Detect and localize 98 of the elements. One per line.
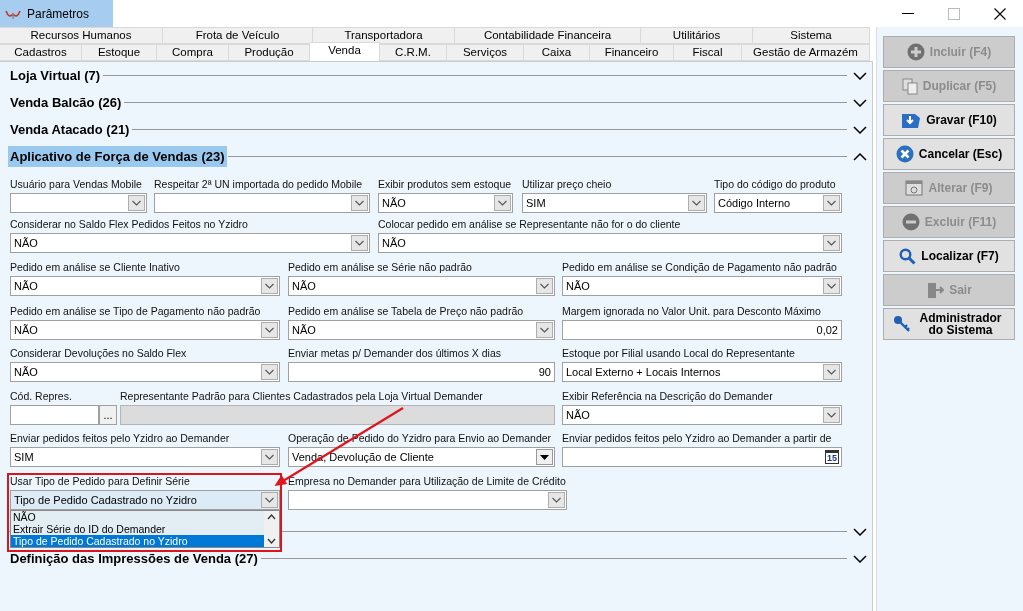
tab[interactable]: Fiscal [674, 44, 742, 61]
scroll-up-icon[interactable] [267, 514, 276, 520]
tab[interactable]: Cadastros [0, 44, 82, 61]
dropdown-field[interactable]: Código Interno [714, 193, 842, 213]
field-label: Respeitar 2ª UN importada do pedido Mobile [154, 178, 363, 192]
field-label: Representante Padrão para Clientes Cadastrados pela Loja Virtual Demander [120, 390, 483, 404]
field-label: Tipo do código do produto [714, 178, 836, 192]
tab[interactable]: Gestão de Armazém [742, 44, 870, 61]
tab[interactable]: Transportadora [313, 27, 455, 44]
list-option[interactable]: Extrair Série do ID do Demander [11, 523, 264, 535]
field-label: Considerar no Saldo Flex Pedidos Feitos no Yzidro [10, 218, 248, 232]
dropdown-field[interactable] [10, 193, 147, 213]
tab[interactable]: Sistema [753, 27, 870, 44]
field-label: Utilizar preço cheio [522, 178, 612, 192]
field-label: Enviar pedidos feitos pelo Yzidro ao Demander [10, 432, 230, 446]
dropdown-field[interactable]: NÃO [10, 362, 280, 382]
tab[interactable]: Estoque [82, 44, 157, 61]
dropdown-field[interactable]: NÃO [10, 233, 370, 253]
chevron-down-icon[interactable] [853, 554, 867, 563]
field-label: Enviar pedidos feitos pelo Yzidro ao Demander a partir de [562, 432, 832, 446]
chevron-down-icon[interactable] [853, 71, 867, 80]
tab[interactable]: Venda [310, 42, 380, 61]
action-button[interactable]: Cancelar (Esc) [883, 138, 1015, 170]
field-label: Pedido em análise se Condição de Pagamento não padrão [562, 261, 837, 275]
dropdown-field[interactable]: NÃO [288, 320, 555, 340]
chevron-down-icon[interactable] [853, 527, 867, 536]
dropdown-field[interactable]: NÃO [378, 193, 513, 213]
cancel-icon [895, 145, 914, 163]
dropdown-field[interactable]: NÃO [10, 276, 280, 296]
list-option[interactable]: Tipo de Pedido Cadastrado no Yzidro [11, 535, 264, 547]
dropdown-field[interactable] [154, 193, 370, 213]
close-icon[interactable] [994, 7, 1006, 20]
dropdown-field[interactable]: Local Externo + Locais Internos [562, 362, 842, 382]
section-title[interactable]: Loja Virtual (7) [8, 65, 103, 86]
tab[interactable]: Frota de Veículo [163, 27, 313, 44]
field-label: Pedido em análise se Série não padrão [288, 261, 472, 275]
chevron-down-icon[interactable] [853, 125, 867, 134]
field-label: Exibir produtos sem estoque [378, 178, 512, 192]
chevron-down-icon[interactable] [853, 98, 867, 107]
minus-icon [901, 213, 920, 231]
chevron-up-icon[interactable] [853, 152, 867, 161]
tab[interactable]: Financeiro [590, 44, 674, 61]
dropdown-field[interactable]: Tipo de Pedido Cadastrado no Yzidro [10, 490, 280, 510]
action-button[interactable]: Gravar (F10) [883, 104, 1015, 136]
dropdown-field[interactable]: NÃO [288, 276, 555, 296]
tab[interactable]: Produção [229, 44, 310, 61]
field-label: Operação de Pedido do Yzidro para Envio ao Demander [288, 432, 552, 446]
save-icon [901, 111, 922, 129]
field-label: Pedido em análise se Tabela de Preço não padrão [288, 305, 524, 319]
list-option[interactable]: NÃO [11, 511, 264, 523]
field-label: Margem ignorada no Valor Unit. para Desconto Máximo [562, 305, 821, 319]
minimize-icon[interactable] [902, 12, 914, 15]
section-title[interactable]: Definição das Impressões de Venda (27) [8, 548, 260, 569]
exit-door-icon [926, 281, 945, 299]
tab[interactable]: Compra [157, 44, 229, 61]
dropdown-field[interactable]: SIM [10, 447, 280, 467]
date-field[interactable]: 15 [562, 447, 842, 467]
field-label: Enviar metas p/ Demander dos últimos X dias [288, 347, 501, 361]
number-field[interactable]: 0,02 [562, 320, 842, 340]
action-button[interactable]: Localizar (F7) [883, 240, 1015, 272]
dropdown-field[interactable]: NÃO [562, 405, 842, 425]
section-title[interactable]: Aplicativo de Força de Vendas (23) [8, 146, 227, 167]
field-label: Usar Tipo de Pedido para Definir Série [10, 475, 190, 489]
field-label: Exibir Referência na Descrição do Demander [562, 390, 773, 404]
window-icon [905, 180, 924, 196]
field-label: Colocar pedido em análise se Representante não for o do cliente [378, 218, 681, 232]
key-icon [892, 315, 911, 333]
dropdown-field[interactable]: NÃO [378, 233, 842, 253]
number-field[interactable]: 90 [288, 362, 555, 382]
tab[interactable]: Contabilidade Financeira [455, 27, 641, 44]
search-icon [899, 247, 917, 265]
field-label: Pedido em análise se Tipo de Pagamento não padrão [10, 305, 261, 319]
tab[interactable]: Caixa [524, 44, 590, 61]
copy-icon [901, 77, 918, 95]
tab[interactable]: Serviços [447, 44, 524, 61]
scroll-down-icon[interactable] [267, 538, 276, 544]
section-title[interactable]: Venda Atacado (21) [8, 119, 132, 140]
dropdown-field[interactable]: NÃO [562, 276, 842, 296]
dropdown-field[interactable]: SIM [522, 193, 707, 213]
input-field[interactable] [10, 405, 99, 425]
tab[interactable]: C.R.M. [380, 44, 447, 61]
dropdown-field[interactable]: NÃO [10, 320, 280, 340]
dropdown-field[interactable] [288, 490, 567, 510]
field-label: Estoque por Filial usando Local do Representante [562, 347, 795, 361]
field-label: Considerar Devoluções no Saldo Flex [10, 347, 187, 361]
field-label: Cód. Repres. [10, 390, 72, 404]
lookup-button[interactable]: ... [99, 405, 117, 425]
tab[interactable]: Utilitários [641, 27, 753, 44]
caret-down-icon[interactable] [536, 449, 553, 465]
calendar-icon[interactable]: 15 [825, 450, 839, 464]
field-label: Pedido em análise se Cliente Inativo [10, 261, 180, 275]
plus-icon [906, 43, 925, 61]
tab[interactable]: Recursos Humanos [0, 27, 163, 44]
action-button[interactable]: Administrador do Sistema [883, 308, 1015, 340]
section-title[interactable]: Venda Balcão (26) [8, 92, 124, 113]
field-label: Empresa no Demander para Utilização de Limite de Crédito [288, 475, 566, 489]
field-label: Usuário para Vendas Mobile [10, 178, 142, 192]
window-title: Parâmetros [27, 6, 90, 21]
